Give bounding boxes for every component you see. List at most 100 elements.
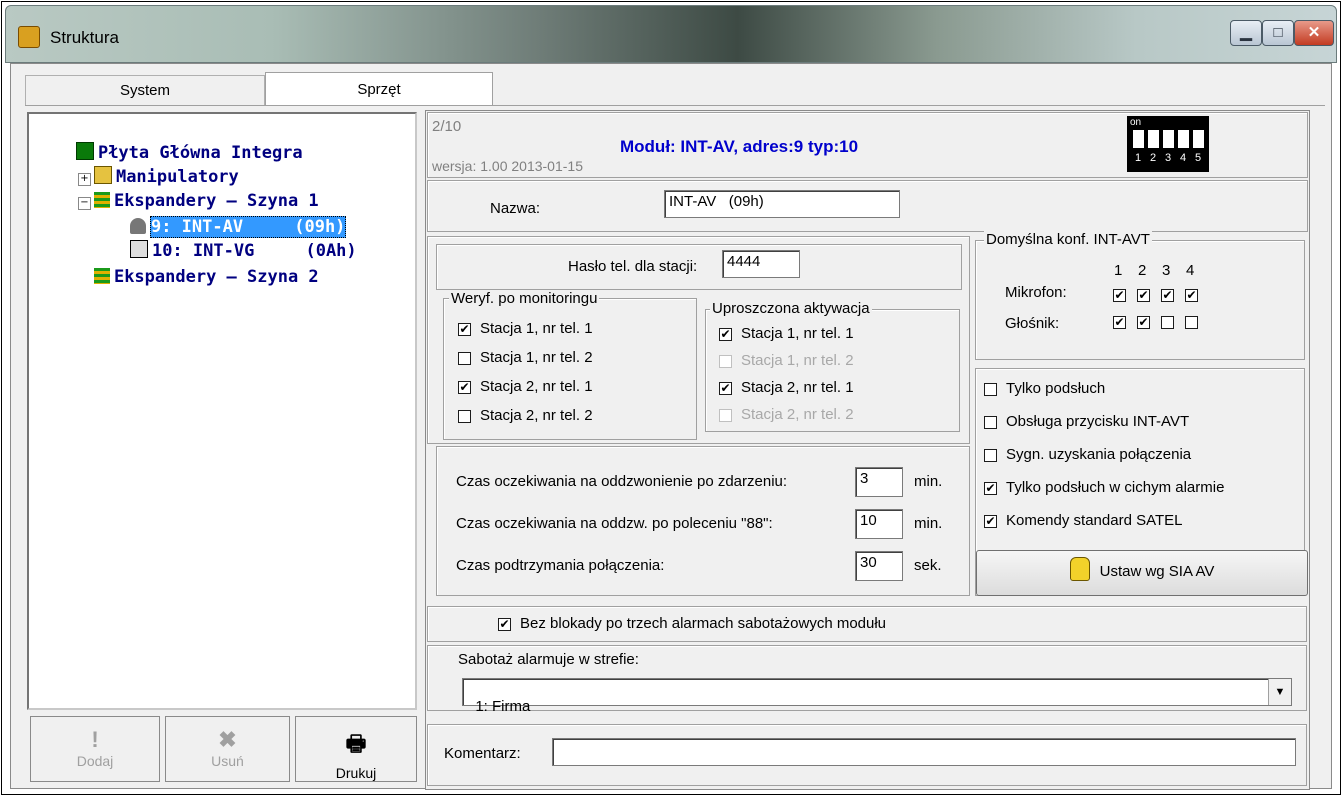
password-label: Hasło tel. dla stacji:	[568, 258, 698, 275]
option-checkbox-4[interactable]: ✔	[984, 482, 997, 495]
simplified-label-1: Stacja 1, nr tel. 1	[741, 325, 854, 342]
close-button[interactable]: ✕	[1294, 20, 1334, 46]
verify-checkbox-1[interactable]: ✔	[458, 323, 471, 336]
speaker-checkbox-4[interactable]	[1185, 316, 1198, 329]
tamper-label: Sabotaż alarmuje w strefie:	[458, 651, 639, 668]
simplified-title: Uproszczona aktywacja	[710, 300, 872, 317]
mic-checkbox-3[interactable]: ✔	[1161, 289, 1174, 302]
option-label-1: Tylko podsłuch	[1006, 380, 1106, 397]
option-checkbox-3[interactable]	[984, 449, 997, 462]
x-icon: ✖	[218, 727, 237, 752]
minimize-button[interactable]: ▁	[1230, 20, 1262, 46]
no-block-label: Bez blokady po trzech alarmach sabotażow…	[520, 615, 887, 632]
time-input-2[interactable]: 10	[855, 509, 903, 539]
tree-item-bus-1[interactable]: − Ekspandery – Szyna 1	[37, 168, 319, 211]
time-input-3[interactable]: 30	[855, 551, 903, 581]
mic-checkbox-4[interactable]: ✔	[1185, 289, 1198, 302]
chevron-down-icon[interactable]: ▼	[1268, 679, 1291, 705]
verify-label-1: Stacja 1, nr tel. 1	[480, 320, 593, 337]
comment-label: Komentarz:	[444, 745, 521, 762]
speaker-checkbox-2[interactable]: ✔	[1137, 316, 1150, 329]
app-icon	[18, 26, 40, 48]
hand-icon	[1069, 557, 1090, 581]
speaker-checkbox-1[interactable]: ✔	[1113, 316, 1126, 329]
dip-key-1	[1133, 130, 1144, 148]
tamper-zone-select[interactable]: 1: Firma ▼	[462, 678, 1292, 715]
comment-input[interactable]	[552, 738, 1296, 766]
password-input[interactable]: 4444	[722, 250, 800, 278]
maximize-button[interactable]: □	[1262, 20, 1294, 46]
simplified-checkbox-1[interactable]: ✔	[719, 328, 732, 341]
mic-checkbox-1[interactable]: ✔	[1113, 289, 1126, 302]
expander-bus-icon	[93, 268, 110, 284]
tab-sprzet[interactable]: Sprzęt	[265, 72, 493, 106]
module-version: wersja: 1.00 2013-01-15	[432, 158, 583, 174]
exclamation-icon: !	[91, 727, 99, 752]
dip-number-3: 3	[1165, 152, 1172, 164]
avt-col-2: 2	[1138, 262, 1147, 279]
simplified-label-4: Stacja 2, nr tel. 2	[741, 406, 854, 423]
set-sia-av-button[interactable]: Ustaw wg SIA AV	[976, 550, 1308, 596]
simplified-checkbox-4[interactable]	[719, 409, 732, 422]
verify-checkbox-4[interactable]	[458, 410, 471, 423]
simplified-checkbox-2[interactable]	[719, 355, 732, 368]
dip-key-4	[1178, 130, 1189, 148]
option-label-3: Sygn. uzyskania połączenia	[1006, 446, 1192, 463]
module-title: Moduł: INT-AV, adres:9 typ:10	[620, 137, 859, 156]
avt-col-1: 1	[1114, 262, 1123, 279]
dip-key-3	[1163, 130, 1174, 148]
dip-number-1: 1	[1135, 152, 1142, 164]
option-checkbox-5[interactable]: ✔	[984, 515, 997, 528]
time-label-1: Czas oczekiwania na oddzwonienie po zdar…	[456, 473, 788, 490]
title-bar	[5, 5, 1337, 63]
device-tree[interactable]: Płyta Główna Integra + Manipulatory − Eksp…	[27, 112, 417, 710]
verify-label-4: Stacja 2, nr tel. 2	[480, 407, 593, 424]
add-button[interactable]: ! Dodaj	[30, 716, 160, 782]
dip-number-2: 2	[1150, 152, 1157, 164]
time-unit-3: sek.	[914, 557, 942, 574]
mic-label: Mikrofon:	[1005, 284, 1067, 301]
dip-number-4: 4	[1180, 152, 1187, 164]
dip-key-5	[1193, 130, 1204, 148]
print-button[interactable]: 🖶 Drukuj	[295, 716, 417, 782]
remove-button[interactable]: ✖ Usuń	[165, 716, 290, 782]
module-counter: 2/10	[432, 118, 462, 135]
speaker-checkbox-3[interactable]	[1161, 316, 1174, 329]
verify-checkbox-3[interactable]: ✔	[458, 381, 471, 394]
tree-item-int-av[interactable]: 9: INT-AV (09h)	[89, 194, 347, 238]
option-label-4: Tylko podsłuch w cichym alarmie	[1006, 479, 1225, 496]
avt-col-4: 4	[1186, 262, 1195, 279]
tab-system[interactable]: System	[25, 75, 265, 106]
name-label: Nazwa:	[490, 200, 541, 217]
tree-item-bus-2[interactable]: Ekspandery – Szyna 2	[53, 244, 319, 287]
time-label-3: Czas podtrzymania połączenia:	[456, 557, 665, 574]
window-title: Struktura	[50, 28, 119, 47]
dip-switch: on 12345	[1127, 116, 1209, 172]
option-checkbox-1[interactable]	[984, 383, 997, 396]
option-label-2: Obsługa przycisku INT-AVT	[1006, 413, 1190, 430]
verify-checkbox-2[interactable]	[458, 352, 471, 365]
simplified-label-2: Stacja 1, nr tel. 2	[741, 352, 854, 369]
option-label-5: Komendy standard SATEL	[1006, 512, 1183, 529]
dip-number-5: 5	[1195, 152, 1202, 164]
tree-item-manipulatory[interactable]: + Manipulatory	[37, 144, 239, 187]
mic-checkbox-2[interactable]: ✔	[1137, 289, 1150, 302]
time-label-2: Czas oczekiwania na oddzw. po poleceniu …	[456, 515, 773, 532]
no-block-checkbox[interactable]: ✔	[498, 618, 511, 631]
option-checkbox-2[interactable]	[984, 416, 997, 429]
tab-divider	[25, 105, 1325, 106]
time-input-1[interactable]: 3	[855, 467, 903, 497]
verify-label-2: Stacja 1, nr tel. 2	[480, 349, 593, 366]
tree-item-root[interactable]: Płyta Główna Integra	[35, 120, 303, 163]
tree-item-int-vg[interactable]: 10: INT-VG (0Ah)	[89, 218, 357, 261]
password-group	[436, 244, 962, 290]
verify-title: Weryf. po monitoringu	[449, 290, 600, 307]
simplified-checkbox-3[interactable]: ✔	[719, 382, 732, 395]
speaker-label: Głośnik:	[1005, 315, 1060, 332]
time-unit-1: min.	[914, 473, 943, 490]
printer-icon: 🖶	[345, 731, 367, 756]
dip-key-2	[1148, 130, 1159, 148]
name-input[interactable]: INT-AV (09h)	[664, 190, 900, 218]
simplified-label-3: Stacja 2, nr tel. 1	[741, 379, 854, 396]
verify-label-3: Stacja 2, nr tel. 1	[480, 378, 593, 395]
